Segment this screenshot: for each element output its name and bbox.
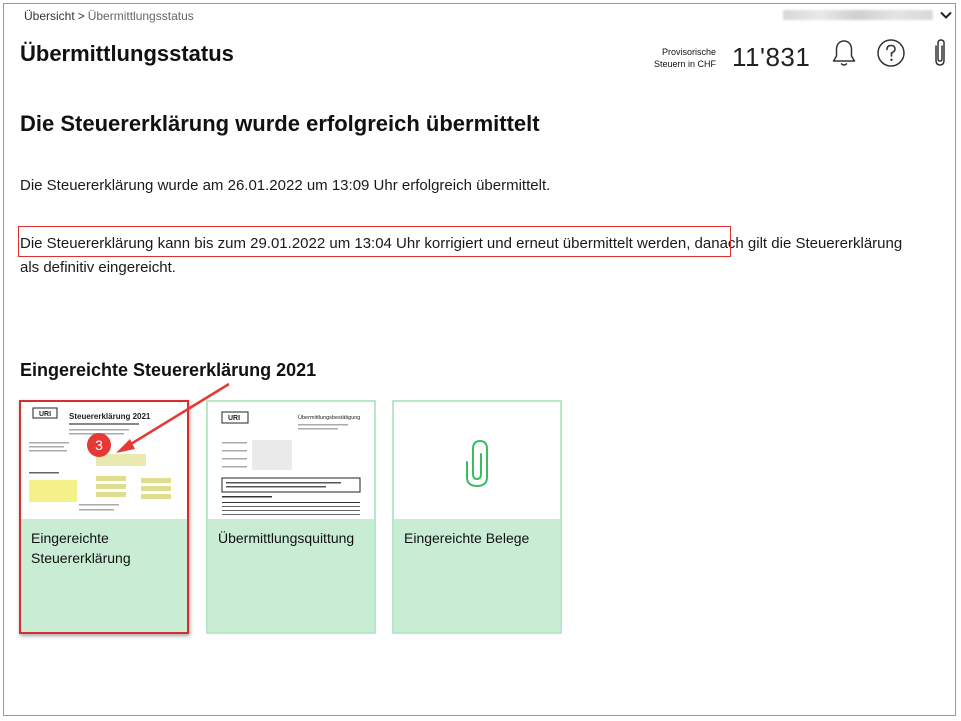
provisional-tax: Provisorische Steuern in CHF 11'831 [640,42,810,73]
submission-info: Die Steuererklärung wurde am 26.01.2022 … [20,177,551,194]
breadcrumb-current: Übermittlungsstatus [87,9,194,23]
tax-label-line2: Steuern in CHF [653,58,716,69]
correction-deadline-text: Die Steuererklärung kann bis zum 29.01.2… [20,235,691,252]
success-headline: Die Steuererklärung wurde erfolgreich üb… [20,111,540,136]
notifications-button[interactable] [829,38,859,68]
paperclip-icon [466,439,488,488]
receipt-thumb-logo: URI [228,415,240,422]
receipt-preview: URI Übermittlungsbestätigung [221,411,361,515]
provisional-tax-label: Provisorische Steuern in CHF [640,46,716,70]
thumb-title: Steuererklärung 2021 [69,412,151,421]
chevron-down-icon[interactable] [939,8,953,22]
tax-return-thumbnail: URI Steuererklärung 2021 [21,402,187,519]
user-name-redacted [783,10,933,20]
receipt-thumb-title: Übermittlungsbestätigung [298,414,360,421]
step-badge: 3 [87,433,111,457]
card-receipt[interactable]: URI Übermittlungsbestätigung Übermittlun… [206,400,376,634]
breadcrumb-separator: > [77,9,85,23]
attachments-button[interactable] [925,38,955,68]
help-circle-icon [877,39,905,67]
receipt-thumbnail: URI Übermittlungsbestätigung [208,402,374,519]
user-menu[interactable] [783,8,953,22]
breadcrumb-overview-link[interactable]: Übersicht [24,9,75,23]
section-title: Eingereichte Steuererklärung 2021 [20,360,317,380]
card-receipts[interactable]: Eingereichte Belege [392,400,562,634]
correction-info: Die Steuererklärung kann bis zum 29.01.2… [20,232,920,280]
tax-label-line1: Provisorische [661,46,716,57]
card-receipts-label: Eingereichte Belege [404,530,530,546]
breadcrumb: Übersicht > Übermittlungsstatus [24,9,194,23]
receipts-thumbnail [394,402,560,519]
page-title: Übermittlungsstatus [20,41,234,66]
card-receipt-label: Übermittlungsquittung [218,530,355,546]
bell-icon [832,40,856,66]
thumb-logo: URI [39,411,51,418]
help-button[interactable] [876,38,906,68]
paperclip-icon [935,39,945,66]
tax-return-preview: URI Steuererklärung 2021 [29,407,171,511]
provisional-tax-amount: 11'831 [732,42,811,72]
card-tax-return-label: Eingereichte Steuererklärung [31,530,131,566]
